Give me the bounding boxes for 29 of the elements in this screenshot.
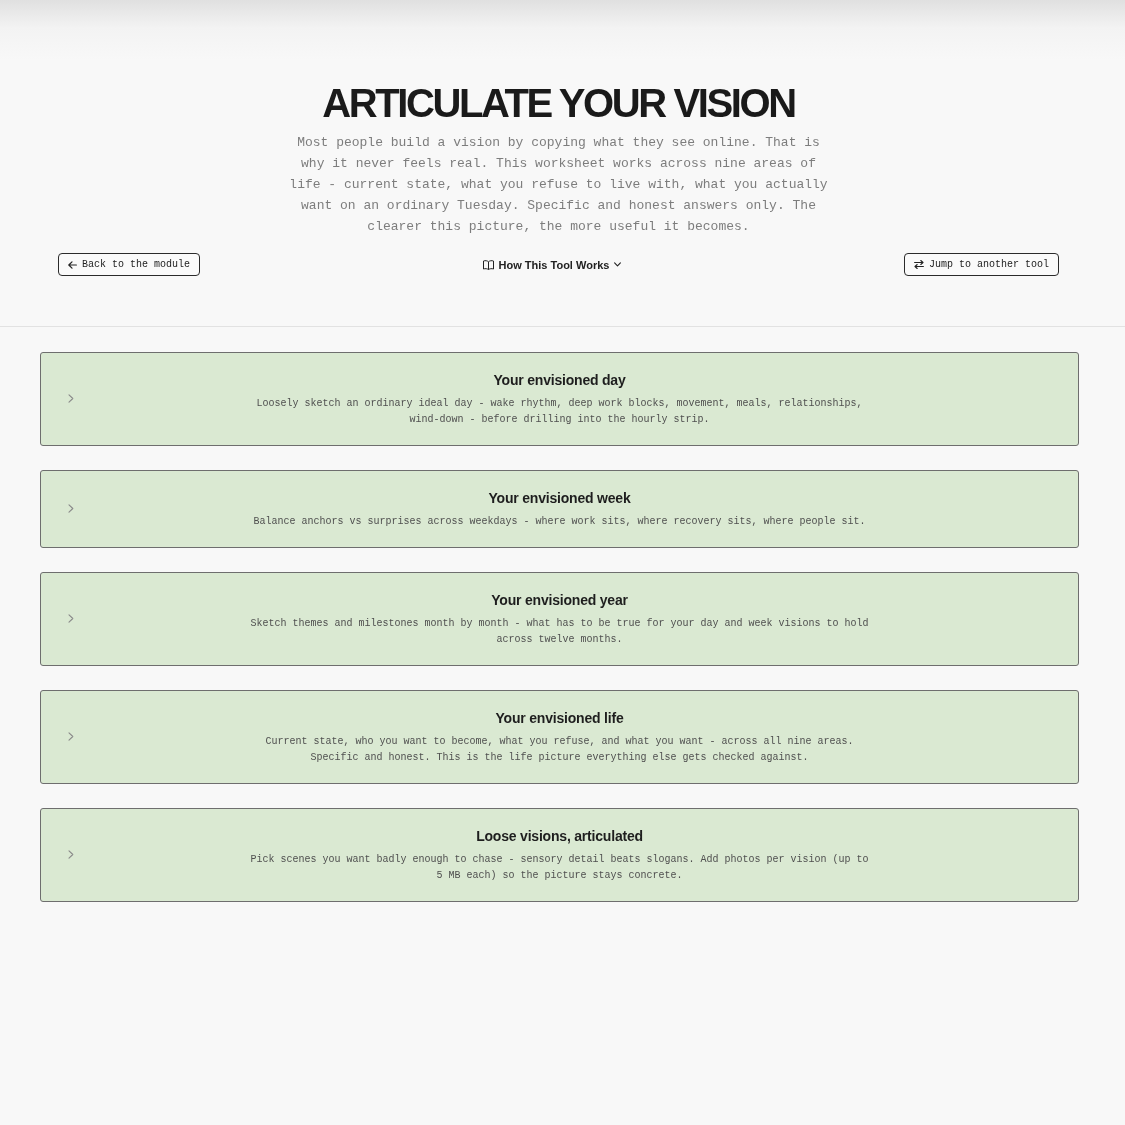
book-icon xyxy=(482,259,494,270)
chevron-right-icon xyxy=(68,849,74,859)
chevron-down-icon xyxy=(614,262,622,267)
intro-paragraph: Most people build a vision by copying what they see online. That is why it never feels real. This worksheet works across nine areas of life - current state, what you refuse to live with, what you actually want on an ordinary Tuesday. Specific and honest answers only. The clearer this picture, the more useful it becomes. xyxy=(288,134,829,236)
section-card[interactable]: Your envisioned year Sketch themes and milestones month by month - what has to be true for your day and week visions to hold across twelve months. xyxy=(40,572,1079,666)
section-title: Loose visions, articulated xyxy=(476,827,643,846)
section-description: Pick scenes you want badly enough to chase - sensory detail beats slogans. Add photos per vision (up to 5 MB each) so the picture stays concrete. xyxy=(249,853,870,883)
swap-arrows-icon xyxy=(913,260,924,269)
section-card[interactable]: Your envisioned day Loosely sketch an ordinary ideal day - wake rhythm, deep work blocks, movement, meals, relationships, wind-down - before drilling into the hourly strip. xyxy=(40,352,1079,446)
section-description: Sketch themes and milestones month by month - what has to be true for your day and week visions to hold across twelve months. xyxy=(249,617,870,647)
back-button[interactable]: Back to the module xyxy=(58,253,201,276)
section-title: Your envisioned year xyxy=(491,591,628,610)
section-card[interactable]: Your envisioned week Balance anchors vs surprises across weekdays - where work sits, where recovery sits, where people sit. xyxy=(40,470,1079,548)
arrow-left-icon xyxy=(68,260,77,269)
jump-button[interactable]: Jump to another tool xyxy=(903,253,1059,276)
chevron-right-icon xyxy=(68,613,74,623)
section-description: Balance anchors vs surprises across weekdays - where work sits, where recovery sits, where people sit. xyxy=(253,515,866,529)
page-title: ARTICULATE YOUR VISION xyxy=(322,80,795,127)
section-description: Current state, who you want to become, what you refuse, and what you want - across all nine areas. Specific and honest. This is the life picture everything else gets checked against. xyxy=(264,735,855,765)
section-title: Your envisioned life xyxy=(495,709,624,728)
section-title: Your envisioned week xyxy=(488,489,631,508)
chevron-right-icon xyxy=(68,393,74,403)
chevron-right-icon xyxy=(68,503,74,513)
section-title: Your envisioned day xyxy=(493,371,626,390)
how-it-works-toggle[interactable]: How This Tool Works xyxy=(482,258,622,271)
section-description: Loosely sketch an ordinary ideal day - wake rhythm, deep work blocks, movement, meals, relationships, wind-down - before drilling into the hourly strip. xyxy=(255,397,864,427)
chevron-right-icon xyxy=(68,731,74,741)
section-card[interactable] xyxy=(40,690,1079,784)
section-card[interactable]: Loose visions, articulated Pick scenes you want badly enough to chase - sensory detail beats slogans. Add photos per vision (up to 5 MB each) so the picture stays concrete. xyxy=(40,808,1079,902)
